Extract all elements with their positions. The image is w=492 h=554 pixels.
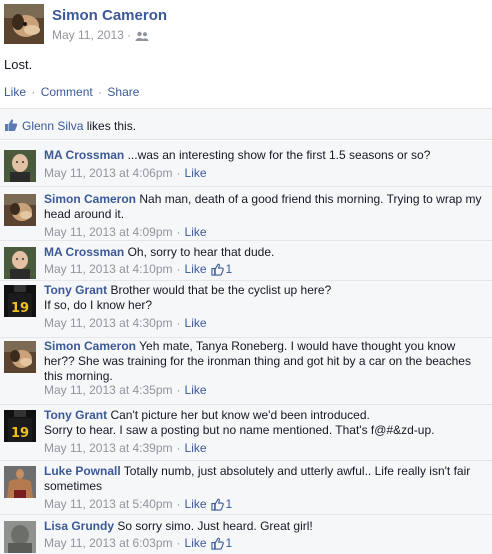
comment-like-link[interactable]: Like xyxy=(185,225,207,239)
post-comment-link[interactable]: Comment xyxy=(41,85,93,99)
comment-text: So sorry simo. Just heard. Great girl! xyxy=(114,519,313,533)
post-actions: Like · Comment · Share xyxy=(4,85,139,99)
separator: · xyxy=(176,262,181,276)
comment-item: Luke Pownall Totally numb, just absolute… xyxy=(0,461,492,515)
comment-like-count[interactable]: 1 xyxy=(210,262,233,276)
commenter-name[interactable]: Simon Cameron xyxy=(44,339,136,353)
commenter-avatar[interactable] xyxy=(4,341,36,373)
separator: · xyxy=(31,85,36,99)
comment-body: Luke Pownall Totally numb, just absolute… xyxy=(44,464,486,494)
separator: · xyxy=(176,166,181,180)
post-meta: May 11, 2013 · xyxy=(52,28,149,42)
comment-list: MA Crossman ...was an interesting show f… xyxy=(0,141,492,554)
comment-like-count[interactable]: 1 xyxy=(210,536,233,550)
comment-text: ...was an interesting show for the first… xyxy=(124,148,431,162)
comment-like-link[interactable]: Like xyxy=(185,536,207,550)
thumbs-up-icon xyxy=(4,118,18,135)
commenter-name[interactable]: Simon Cameron xyxy=(44,192,136,206)
comment-like-link[interactable]: Like xyxy=(185,441,207,455)
post-share-link[interactable]: Share xyxy=(107,85,139,99)
friends-icon xyxy=(135,30,149,41)
liker-name[interactable]: Glenn Silva xyxy=(22,119,83,133)
like-count-number: 1 xyxy=(225,536,233,550)
commenter-avatar[interactable]: 19 xyxy=(4,410,36,442)
thumbs-up-icon xyxy=(210,537,224,550)
post-date[interactable]: May 11, 2013 · xyxy=(52,28,131,42)
comment-item: Simon Cameron Nah man, death of a good f… xyxy=(0,187,492,241)
comment-like-link[interactable]: Like xyxy=(185,262,207,276)
comment-item: Simon Cameron Yeh mate, Tanya Roneberg. … xyxy=(0,338,492,405)
comment-item: Lisa Grundy So sorry simo. Just heard. G… xyxy=(0,515,492,554)
comment-like-link[interactable]: Like xyxy=(185,383,207,397)
comment-timestamp[interactable]: May 11, 2013 at 4:30pm xyxy=(44,316,173,330)
comment-body: MA Crossman Oh, sorry to hear that dude. xyxy=(44,245,486,260)
post-like-link[interactable]: Like xyxy=(4,85,26,99)
commenter-name[interactable]: MA Crossman xyxy=(44,148,124,162)
comment-like-link[interactable]: Like xyxy=(185,497,207,511)
post-author-name[interactable]: Simon Cameron xyxy=(52,7,167,24)
commenter-avatar[interactable]: 19 xyxy=(4,285,36,317)
comment-item: 19 Tony Grant Brother would that be the c… xyxy=(0,281,492,338)
separator: · xyxy=(176,383,181,397)
comment-like-count[interactable]: 1 xyxy=(210,497,233,511)
commenter-avatar[interactable] xyxy=(4,466,36,498)
comment-body: Lisa Grundy So sorry simo. Just heard. G… xyxy=(44,519,486,534)
comment-item: MA Crossman Oh, sorry to hear that dude.… xyxy=(0,241,492,281)
comment-timestamp[interactable]: May 11, 2013 at 4:35pm xyxy=(44,383,173,397)
comment-body: Simon Cameron Nah man, death of a good f… xyxy=(44,192,486,222)
comment-like-link[interactable]: Like xyxy=(185,166,207,180)
comment-item: 19 Tony Grant Can't picture her but know … xyxy=(0,405,492,461)
comment-timestamp[interactable]: May 11, 2013 at 4:10pm xyxy=(44,262,173,276)
separator: · xyxy=(176,316,181,330)
svg-text:19: 19 xyxy=(11,301,29,316)
comment-body: Tony Grant Brother would that be the cyc… xyxy=(44,283,486,313)
separator: · xyxy=(98,85,103,99)
comment-like-link[interactable]: Like xyxy=(185,316,207,330)
comment-timestamp[interactable]: May 11, 2013 at 4:09pm xyxy=(44,225,173,239)
post: Simon Cameron May 11, 2013 · Lost. Like … xyxy=(0,0,492,110)
comment-meta: May 11, 2013 at 4:30pm · Like xyxy=(44,316,207,330)
post-author-avatar[interactable] xyxy=(4,4,44,44)
comment-timestamp[interactable]: May 11, 2013 at 5:40pm xyxy=(44,497,173,511)
comment-timestamp[interactable]: May 11, 2013 at 4:06pm xyxy=(44,166,173,180)
comment-meta: May 11, 2013 at 6:03pm · Like 1 xyxy=(44,536,232,550)
commenter-name[interactable]: MA Crossman xyxy=(44,245,124,259)
thumbs-up-icon xyxy=(210,498,224,511)
commenter-name[interactable]: Tony Grant xyxy=(44,283,107,297)
comment-timestamp[interactable]: May 11, 2013 at 4:39pm xyxy=(44,441,173,455)
like-count-number: 1 xyxy=(225,497,233,511)
commenter-name[interactable]: Luke Pownall xyxy=(44,464,121,478)
commenter-avatar[interactable] xyxy=(4,521,36,553)
likes-summary: Glenn Silva likes this. xyxy=(0,108,492,140)
thumbs-up-icon xyxy=(210,263,224,276)
comment-timestamp[interactable]: May 11, 2013 at 6:03pm xyxy=(44,536,173,550)
separator: · xyxy=(176,225,181,239)
comment-meta: May 11, 2013 at 5:40pm · Like 1 xyxy=(44,497,232,511)
comment-item: MA Crossman ...was an interesting show f… xyxy=(0,141,492,187)
comment-body: MA Crossman ...was an interesting show f… xyxy=(44,148,486,163)
comment-meta: May 11, 2013 at 4:39pm · Like xyxy=(44,441,207,455)
likes-text: Glenn Silva likes this. xyxy=(22,119,136,133)
comment-body: Tony Grant Can't picture her but know we… xyxy=(44,408,486,438)
commenter-name[interactable]: Tony Grant xyxy=(44,408,107,422)
comment-text: Oh, sorry to hear that dude. xyxy=(124,245,275,259)
likes-suffix: likes this. xyxy=(83,119,137,133)
comment-meta: May 11, 2013 at 4:06pm · Like xyxy=(44,166,207,180)
commenter-avatar[interactable] xyxy=(4,247,36,279)
separator: · xyxy=(176,497,181,511)
comment-meta: May 11, 2013 at 4:35pm · Like xyxy=(44,383,207,397)
separator: · xyxy=(176,536,181,550)
like-count-number: 1 xyxy=(225,262,233,276)
post-text: Lost. xyxy=(4,57,33,72)
commenter-avatar[interactable] xyxy=(4,194,36,226)
commenter-name[interactable]: Lisa Grundy xyxy=(44,519,114,533)
commenter-avatar[interactable] xyxy=(4,150,36,182)
comment-meta: May 11, 2013 at 4:09pm · Like xyxy=(44,225,207,239)
comment-body: Simon Cameron Yeh mate, Tanya Roneberg. … xyxy=(44,339,486,384)
comment-meta: May 11, 2013 at 4:10pm · Like 1 xyxy=(44,262,232,276)
svg-text:19: 19 xyxy=(11,426,29,441)
separator: · xyxy=(176,441,181,455)
